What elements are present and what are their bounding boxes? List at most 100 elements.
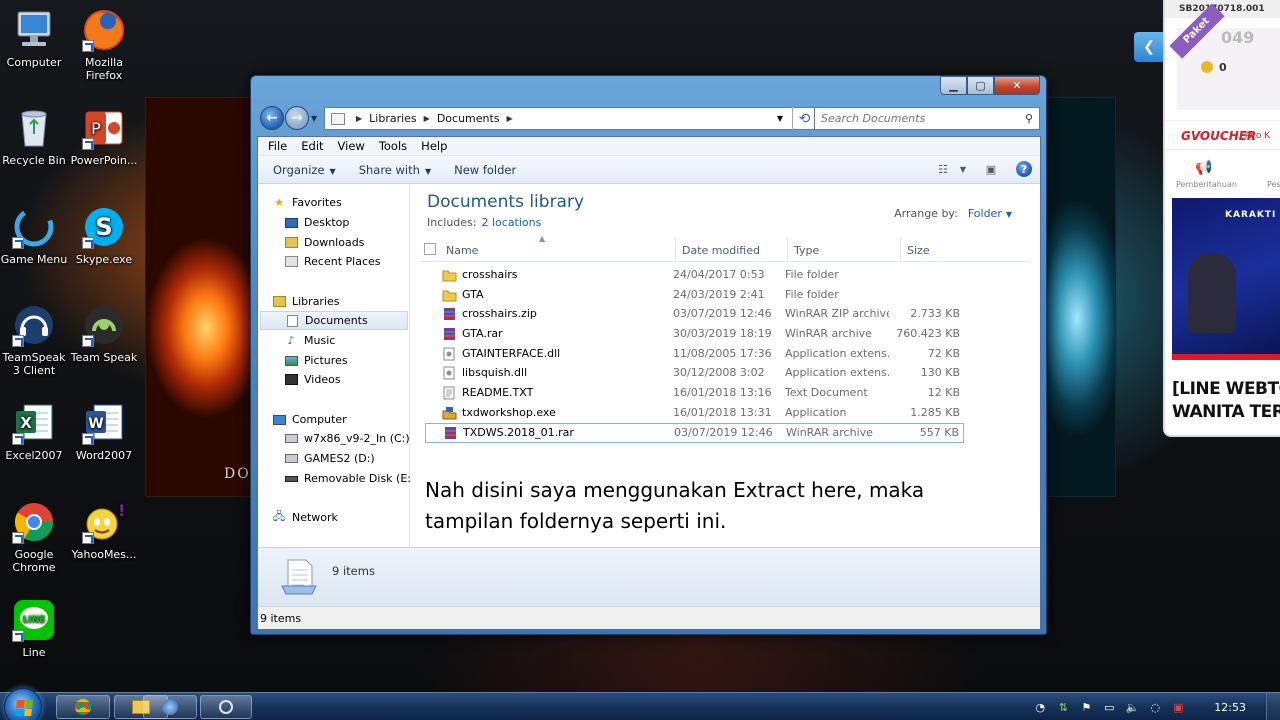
shortcut-arrow-icon <box>82 335 94 347</box>
file-row[interactable]: crosshairs 24/04/2017 0:53 File folder <box>425 266 964 285</box>
select-all-checkbox[interactable] <box>424 243 436 255</box>
file-row[interactable]: crosshairs.zip 03/07/2019 12:46 WinRAR Z… <box>425 305 964 324</box>
display-icon[interactable]: ▭ <box>1102 700 1116 714</box>
widget-collapse-button[interactable]: ❮ <box>1134 32 1164 62</box>
file-row[interactable]: libsquish.dll 30/12/2008 3:02 Applicatio… <box>425 364 964 383</box>
desktop-icon-game-menu[interactable]: Game Menu <box>0 205 68 266</box>
firefox-icon <box>82 8 126 52</box>
widget-voucher[interactable]: GVOUCHER Ayo K <box>1165 120 1280 150</box>
menu-tools[interactable]: Tools <box>372 139 414 153</box>
widget-points: 049 <box>1221 28 1255 47</box>
arrange-by-dropdown[interactable]: Folder <box>968 207 1002 220</box>
desktop-icon-skype[interactable]: S Skype.exe <box>70 205 138 266</box>
nav-libraries[interactable]: Libraries <box>272 292 422 311</box>
organize-button[interactable]: Organize ▼ <box>265 163 344 177</box>
chevron-right-icon[interactable]: ▶ <box>507 114 513 123</box>
search-icon[interactable]: ⚲ <box>1025 112 1033 125</box>
windows-logo-icon <box>15 700 33 716</box>
navigation-pane: ★ Favorites Desktop Downloads Recent Pla… <box>258 185 415 547</box>
desktop-icon-teamspeak3[interactable]: TeamSpeak 3 Client <box>0 303 68 377</box>
library-icon <box>331 112 345 125</box>
chrome-icon <box>12 500 56 544</box>
column-size[interactable]: Size <box>901 238 1029 262</box>
voucher-g-icon: G <box>1181 129 1191 143</box>
forward-button[interactable]: → <box>285 106 309 130</box>
maximize-button[interactable]: ▢ <box>967 76 994 95</box>
nav-computer[interactable]: Computer <box>272 410 422 429</box>
dropdown-caret-icon[interactable]: ▼ <box>1006 210 1012 219</box>
recent-pages-dropdown[interactable]: ▼ <box>311 114 317 123</box>
winrar-icon <box>443 426 458 440</box>
desktop-icon-line[interactable]: LINE Line <box>0 598 68 659</box>
explorer-window: ▁ ▢ ✕ ← → ▼ ▶ Libraries ▶ Documents ▶ ▼ … <box>250 75 1047 635</box>
coin-icon <box>1201 61 1213 73</box>
file-row-selected[interactable]: TXDWS.2018_01.rar 03/07/2019 12:46 WinRA… <box>425 423 964 443</box>
desktop-icon-label: TeamSpeak 3 Client <box>2 351 66 377</box>
app-icon <box>219 700 233 714</box>
change-view-icon[interactable]: ☷ <box>934 161 952 177</box>
nav-documents[interactable]: Documents <box>260 311 408 330</box>
widget-headline[interactable]: [LINE WEBTO WANITA TER <box>1172 378 1280 424</box>
desktop-icon-recycle-bin[interactable]: Recycle Bin <box>0 106 68 167</box>
chevron-right-icon[interactable]: ▶ <box>356 114 362 123</box>
taskbar-chrome[interactable] <box>56 695 110 719</box>
tray-icon[interactable]: ◔ <box>1033 700 1047 714</box>
show-desktop-button[interactable] <box>1266 693 1280 720</box>
file-row[interactable]: GTAINTERFACE.dll 11/08/2005 17:36 Applic… <box>425 345 964 364</box>
desktop-icon-chrome[interactable]: Google Chrome <box>0 500 68 574</box>
desktop-icon-excel[interactable]: X Excel2007 <box>0 401 68 462</box>
chevron-right-icon[interactable]: ▶ <box>424 114 430 123</box>
address-bar[interactable]: ▶ Libraries ▶ Documents ▶ ▼ <box>324 107 816 130</box>
refresh-button[interactable]: ⟲ <box>792 107 816 130</box>
menu-help[interactable]: Help <box>414 139 454 153</box>
action-center-icon[interactable]: ⚑ <box>1079 700 1093 714</box>
minimize-button[interactable]: ▁ <box>940 76 967 95</box>
taskbar-app-4[interactable] <box>200 695 252 719</box>
desktop-icon-label: Computer <box>6 56 62 69</box>
address-dropdown-icon[interactable]: ▼ <box>777 114 783 123</box>
desktop-icon-powerpoint[interactable]: P PowerPoin... <box>70 106 138 167</box>
network-status-icon[interactable]: ⇅ <box>1056 700 1070 714</box>
file-row[interactable]: README.TXT 16/01/2018 13:16 Text Documen… <box>425 384 964 403</box>
taskbar-app-3[interactable] <box>143 695 197 719</box>
column-date-modified[interactable]: Date modified <box>676 238 788 262</box>
desktop-icon-firefox[interactable]: Mozilla Firefox <box>70 8 138 82</box>
nav-network[interactable]: 🖧 Network <box>272 508 422 527</box>
menu-view[interactable]: View <box>331 139 372 153</box>
breadcrumb-libraries[interactable]: Libraries <box>369 112 417 125</box>
desktop-icon-computer[interactable]: Computer <box>0 8 68 69</box>
menu-edit[interactable]: Edit <box>294 139 330 153</box>
file-row[interactable]: GTA.rar 30/03/2019 18:19 WinRAR archive … <box>425 325 964 344</box>
desktop-icon-yahoo-messenger[interactable]: ! YahooMes... <box>70 500 138 561</box>
desktop-icon-label: YahooMes... <box>71 548 137 561</box>
column-name[interactable]: Name <box>440 238 676 262</box>
widget-video-thumbnail[interactable]: KARAKTI <box>1172 198 1280 360</box>
widget-notifications[interactable]: 📢 Pemberitahuan Pes <box>1165 156 1280 196</box>
start-button[interactable] <box>4 688 42 720</box>
new-folder-button[interactable]: New folder <box>446 163 524 177</box>
search-box[interactable]: ⚲ <box>814 107 1040 130</box>
desktop-icon-team-speak[interactable]: Team Speak <box>70 303 138 364</box>
volume-icon[interactable]: 🔈 <box>1125 700 1139 714</box>
view-dropdown-icon[interactable]: ▼ <box>954 161 972 177</box>
breadcrumb-documents[interactable]: Documents <box>437 112 500 125</box>
back-button[interactable]: ← <box>260 106 284 130</box>
tray-icon[interactable]: ◌ <box>1148 700 1162 714</box>
share-with-button[interactable]: Share with ▼ <box>351 163 439 177</box>
preview-pane-icon[interactable]: ▣ <box>982 161 1000 177</box>
column-type[interactable]: Type <box>788 238 901 262</box>
hard-drive-icon <box>284 432 298 445</box>
menu-file[interactable]: File <box>261 139 294 153</box>
video-progress-bar <box>1172 354 1280 360</box>
library-title: Documents library <box>427 192 585 212</box>
library-locations-link[interactable]: 2 locations <box>481 216 541 229</box>
close-button[interactable]: ✕ <box>994 76 1040 95</box>
clock[interactable]: 12:53 <box>1214 701 1246 714</box>
nav-favorites[interactable]: ★ Favorites <box>272 193 422 212</box>
search-input[interactable] <box>821 112 1021 125</box>
help-icon[interactable]: ? <box>1016 161 1032 177</box>
file-row[interactable]: txdworkshop.exe 16/01/2018 13:31 Applica… <box>425 404 964 423</box>
desktop-icon-word[interactable]: W Word2007 <box>70 401 138 462</box>
tray-icon[interactable]: ▣ <box>1171 700 1185 714</box>
file-row[interactable]: GTA 24/03/2019 2:41 File folder <box>425 286 964 305</box>
